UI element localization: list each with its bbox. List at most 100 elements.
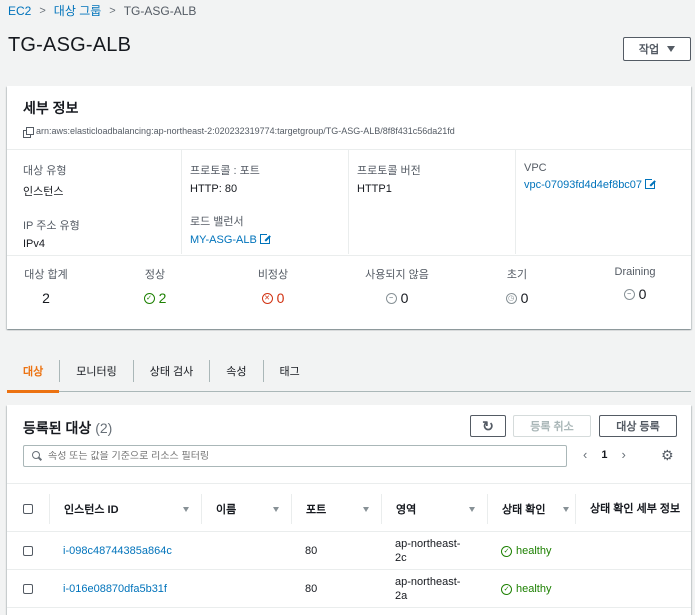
register-targets-button[interactable]: 대상 등록 xyxy=(599,415,677,437)
table-row[interactable]: i-098c48744385a864c 80 ap-northeast- 2c ✓… xyxy=(7,532,691,570)
protocol-version-value: HTTP1 xyxy=(357,183,392,195)
count-healthy-value: 2 xyxy=(158,290,167,306)
instance-id-link[interactable]: i-098c48744385a864c xyxy=(63,545,172,557)
protocol-version-label: 프로토콜 버전 xyxy=(357,165,421,177)
count-unhealthy-label: 비정상 xyxy=(257,269,289,281)
minus-circle-icon: − xyxy=(385,292,397,304)
vpc-link[interactable]: vpc-07093fd4d4ef8bc07 xyxy=(524,179,642,191)
external-link-icon xyxy=(259,232,272,244)
registered-targets-title: 등록된 대상 (2) xyxy=(23,418,112,438)
actions-label: 작업 xyxy=(638,44,660,56)
sort-icon xyxy=(469,507,475,512)
ip-type-label: IP 주소 유형 xyxy=(23,220,80,232)
count-unused-label: 사용되지 않음 xyxy=(365,269,429,281)
count-unhealthy: 비정상 ✕ 0 xyxy=(250,266,296,306)
targets-table: 인스턴스 ID 이름 포트 영역 상태 확인 상태 확인 세부 정보 i-098… xyxy=(7,483,691,608)
load-balancer-label: 로드 밸런서 xyxy=(190,216,244,228)
sort-icon xyxy=(183,507,189,512)
tab-targets[interactable]: 대상 xyxy=(7,350,60,393)
col-name[interactable]: 이름 xyxy=(201,494,291,524)
row-checkbox[interactable] xyxy=(23,584,33,594)
count-draining: Draining −0 xyxy=(607,266,663,302)
external-link-icon xyxy=(645,177,658,189)
arn-row: arn:aws:elasticloadbalancing:ap-northeas… xyxy=(23,126,675,138)
check-circle-icon: ✓ xyxy=(501,545,512,557)
col-port[interactable]: 포트 xyxy=(291,494,381,524)
pagination: ‹ 1 › xyxy=(583,447,626,462)
search-icon xyxy=(32,451,42,461)
sort-icon xyxy=(563,507,569,512)
target-type-value: 인스턴스 xyxy=(23,186,64,198)
breadcrumb: EC2 > 대상 그룹 > TG-ASG-ALB xyxy=(8,2,196,19)
sort-icon xyxy=(363,507,369,512)
count-healthy: 정상 ✓ 2 xyxy=(135,266,175,306)
tab-bar: 대상 모니터링 상태 검사 속성 태그 xyxy=(7,350,691,393)
instance-zone: ap-northeast- 2a xyxy=(395,576,461,602)
tab-attributes[interactable]: 속성 xyxy=(209,359,262,382)
deregister-button[interactable]: 등록 취소 xyxy=(513,415,591,437)
details-col-2: 프로토콜 : 포트 HTTP: 80 로드 밸런서 MY-ASG-ALB xyxy=(181,150,349,254)
breadcrumb-target-groups[interactable]: 대상 그룹 xyxy=(54,2,102,19)
count-total-label: 대상 합계 xyxy=(24,269,68,281)
breadcrumb-ec2[interactable]: EC2 xyxy=(8,4,31,18)
table-header: 인스턴스 ID 이름 포트 영역 상태 확인 상태 확인 세부 정보 xyxy=(7,483,691,532)
target-type-label: 대상 유형 xyxy=(23,165,67,177)
instance-id-link[interactable]: i-016e08870dfa5b31f xyxy=(63,583,167,595)
page-title: TG-ASG-ALB xyxy=(8,34,132,56)
chevron-right-icon[interactable]: › xyxy=(621,447,625,462)
instance-port: 80 xyxy=(305,583,318,595)
tab-tags[interactable]: 태그 xyxy=(262,359,316,382)
count-initial-value: 0 xyxy=(520,290,529,306)
select-all-checkbox[interactable] xyxy=(23,504,33,514)
filter-input[interactable] xyxy=(48,450,548,462)
check-circle-icon: ✓ xyxy=(143,292,155,304)
registered-targets-panel: 등록된 대상 (2) ↻ 등록 취소 대상 등록 ‹ 1 › ⚙ 인스턴스 ID… xyxy=(7,405,691,615)
load-balancer-link[interactable]: MY-ASG-ALB xyxy=(190,234,257,246)
arn-text: arn:aws:elasticloadbalancing:ap-northeas… xyxy=(36,126,455,136)
col-health-details[interactable]: 상태 확인 세부 정보 xyxy=(575,494,691,524)
count-initial-label: 초기 xyxy=(506,269,528,281)
target-counts: 대상 합계 2 정상 ✓ 2 비정상 ✕ 0 사용되지 않음 −0 초기 ◷ 0 Dr… xyxy=(7,256,691,328)
registered-targets-title-text: 등록된 대상 xyxy=(23,420,92,436)
details-title: 세부 정보 xyxy=(23,100,79,116)
gear-icon[interactable]: ⚙ xyxy=(661,447,674,464)
row-checkbox[interactable] xyxy=(23,546,33,556)
col-health-status[interactable]: 상태 확인 xyxy=(487,494,575,524)
chevron-right-icon: > xyxy=(109,4,116,17)
current-page[interactable]: 1 xyxy=(601,449,607,461)
sort-icon xyxy=(273,507,279,512)
caret-down-icon xyxy=(667,46,676,52)
count-unused: 사용되지 않음 −0 xyxy=(357,266,437,306)
copy-icon[interactable] xyxy=(23,126,34,138)
count-total-value: 2 xyxy=(42,290,50,306)
count-unused-value: 0 xyxy=(400,290,409,306)
chevron-right-icon: > xyxy=(39,4,46,17)
tab-monitoring[interactable]: 모니터링 xyxy=(59,359,132,382)
protocol-port-label: 프로토콜 : 포트 xyxy=(190,165,260,177)
clock-icon: ◷ xyxy=(505,292,517,304)
health-status: ✓ healthy xyxy=(501,583,551,595)
refresh-icon: ↻ xyxy=(482,417,494,434)
vpc-label: VPC xyxy=(524,162,547,174)
filter-box xyxy=(23,445,567,467)
tab-health-checks[interactable]: 상태 검사 xyxy=(132,359,210,382)
breadcrumb-current: TG-ASG-ALB xyxy=(123,3,197,18)
count-draining-label: Draining xyxy=(614,266,656,278)
details-panel: 세부 정보 arn:aws:elasticloadbalancing:ap-no… xyxy=(7,86,691,329)
check-circle-icon: ✓ xyxy=(501,583,512,595)
error-circle-icon: ✕ xyxy=(261,292,273,304)
col-instance-id[interactable]: 인스턴스 ID xyxy=(49,494,201,524)
col-zone[interactable]: 영역 xyxy=(381,494,487,524)
health-status: ✓ healthy xyxy=(501,545,551,557)
count-healthy-label: 정상 xyxy=(144,269,166,281)
details-col-3: 프로토콜 버전 HTTP1 xyxy=(348,150,516,254)
count-initial: 초기 ◷ 0 xyxy=(497,266,537,306)
instance-zone: ap-northeast- 2c xyxy=(395,538,461,564)
chevron-left-icon[interactable]: ‹ xyxy=(583,447,587,462)
actions-button[interactable]: 작업 xyxy=(623,37,691,61)
count-draining-value: 0 xyxy=(638,286,647,302)
table-row[interactable]: i-016e08870dfa5b31f 80 ap-northeast- 2a ✓… xyxy=(7,570,691,608)
protocol-port-value: HTTP: 80 xyxy=(190,183,238,195)
refresh-button[interactable]: ↻ xyxy=(470,415,506,437)
ip-type-value: IPv4 xyxy=(23,238,46,250)
